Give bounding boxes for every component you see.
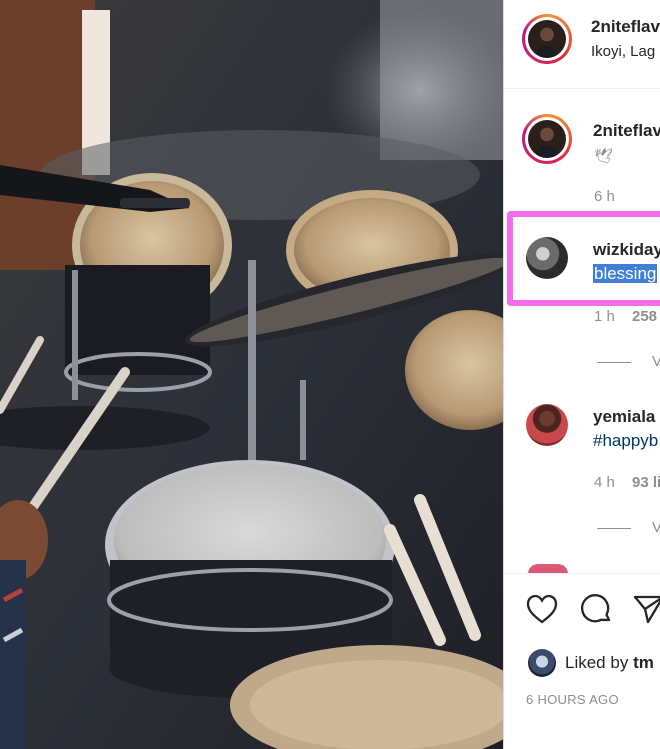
- post-author-username[interactable]: 2niteflav: [591, 17, 660, 37]
- comment-username-yemiala[interactable]: yemiala: [593, 407, 655, 427]
- caption-text: 🕊: [594, 148, 614, 165]
- comment-avatar-wizkiday[interactable]: [526, 237, 568, 279]
- liked-by-prefix: Liked by: [565, 653, 629, 672]
- comment-icon: [580, 594, 611, 623]
- caption-username[interactable]: 2niteflav: [593, 121, 660, 141]
- share-icon: [633, 595, 660, 624]
- post-timestamp[interactable]: 6 HOURS AGO: [526, 692, 619, 707]
- header-divider: [504, 88, 660, 89]
- liked-by-username[interactable]: tm: [633, 653, 654, 672]
- comment-text-wizkiday: blessing: [593, 264, 658, 284]
- comment-avatar-yemiala[interactable]: [526, 404, 568, 446]
- post-author-avatar[interactable]: [522, 14, 572, 64]
- share-button[interactable]: [632, 593, 660, 625]
- comment-username-wizkiday[interactable]: wizkiday: [593, 240, 660, 260]
- comment-likes-wizkiday[interactable]: 258: [632, 308, 657, 325]
- liked-by-avatar[interactable]: [528, 649, 556, 677]
- comment-likes-yemiala[interactable]: 93 li: [632, 474, 660, 491]
- comment-button[interactable]: [579, 592, 613, 626]
- caption-time[interactable]: 6 h: [594, 188, 615, 205]
- post-location[interactable]: Ikoyi, Lag: [591, 43, 655, 60]
- comment-text-yemiala: #happyb: [593, 431, 658, 451]
- view-replies-yemiala[interactable]: V: [652, 519, 660, 536]
- comment-time-yemiala[interactable]: 4 h: [594, 474, 615, 491]
- hashtag-link[interactable]: #happyb: [593, 431, 658, 450]
- view-replies-line-2: [597, 528, 631, 529]
- comment-time-wizkiday[interactable]: 1 h: [594, 308, 615, 325]
- selected-comment-text[interactable]: blessing: [593, 264, 658, 283]
- like-button[interactable]: [525, 593, 559, 625]
- actions-divider: [504, 573, 660, 574]
- caption-author-avatar[interactable]: [522, 114, 572, 164]
- post-side-panel: [503, 0, 660, 749]
- view-replies-wizkiday[interactable]: V: [652, 353, 660, 370]
- liked-by-text: Liked by tm: [565, 653, 654, 673]
- heart-icon: [526, 594, 558, 624]
- view-replies-line: [597, 362, 631, 363]
- post-photo: [0, 0, 503, 749]
